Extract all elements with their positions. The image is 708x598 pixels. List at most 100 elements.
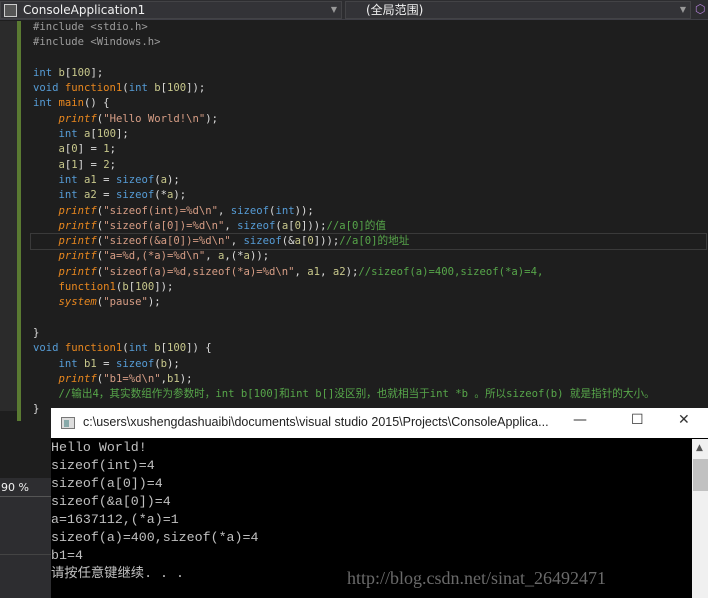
code-line[interactable]: printf("b1=%d\n",b1); (33, 372, 706, 387)
code-line[interactable]: int b[100]; (33, 66, 706, 81)
minimize-button[interactable]: — (573, 412, 587, 428)
code-token: int (128, 82, 155, 95)
code-line[interactable]: int a[100]; (33, 127, 706, 142)
code-token: () { (84, 97, 110, 110)
console-window[interactable]: c:\users\xushengdashuaibi\documents\visu… (51, 408, 708, 598)
console-line: sizeof(a[0])=4 (51, 476, 163, 491)
console-output: Hello World! sizeof(int)=4 sizeof(a[0])=4 s… (51, 439, 258, 583)
code-token: printf (58, 372, 97, 385)
code-token: sizeof (237, 219, 276, 232)
code-token: printf (58, 265, 97, 278)
code-token: int (128, 342, 155, 355)
close-button[interactable]: ✕ (678, 412, 690, 428)
code-token: //a[0]的值 (326, 219, 386, 232)
code-token: void (33, 82, 65, 95)
console-line: a=1637112,(*a)=1 (51, 512, 179, 527)
code-line[interactable]: #include <stdio.h> (33, 20, 706, 35)
code-token: ); (173, 189, 187, 202)
code-line[interactable]: int main() { (33, 96, 706, 111)
code-token: int (275, 204, 295, 217)
divider (0, 554, 51, 555)
code-line[interactable]: void function1(int b[100]) { (33, 341, 706, 356)
code-token: int (33, 66, 59, 79)
code-token: system (58, 296, 97, 309)
code-token: ; (109, 143, 116, 156)
code-token: } (33, 403, 40, 416)
code-token: //sizeof(a)=400,sizeof(*a)=4, (358, 265, 544, 278)
code-line[interactable]: int b1 = sizeof(b); (33, 357, 706, 372)
console-line: sizeof(&a[0])=4 (51, 494, 171, 509)
code-token: ])); (300, 219, 327, 232)
code-token: ); (167, 173, 180, 186)
code-line[interactable] (33, 311, 706, 326)
code-token: )); (249, 250, 270, 263)
code-token: , (218, 204, 231, 217)
code-token: ); (345, 265, 359, 278)
code-token: ] = (77, 158, 104, 171)
code-line[interactable]: printf("a=%d,(*a)=%d\n", a,(*a)); (33, 249, 706, 264)
project-dropdown[interactable]: ConsoleApplication1 ▼ (0, 1, 342, 19)
editor-gutter (0, 21, 18, 411)
scope-dropdown[interactable]: (全局范围) ▼ (345, 1, 691, 19)
code-token: a2 (332, 265, 346, 278)
code-token: function1 (58, 281, 116, 294)
code-token: ]; (115, 128, 129, 141)
code-token: ]); (154, 281, 174, 294)
code-token: ]; (90, 66, 104, 79)
code-token: a1 (84, 173, 97, 186)
code-line[interactable]: printf("sizeof(&a[0])=%d\n", sizeof(&a[0… (30, 233, 707, 251)
code-token: 100 (166, 82, 187, 95)
navigation-bar: ConsoleApplication1 ▼ (全局范围) ▼ ⬡ (0, 0, 708, 20)
code-line[interactable]: a[0] = 1; (33, 142, 706, 157)
console-title-bar[interactable]: c:\users\xushengdashuaibi\documents\visu… (51, 408, 708, 438)
maximize-button[interactable]: ☐ (631, 412, 644, 428)
scroll-up-icon[interactable]: ▲ (696, 443, 703, 453)
code-token: b1 (166, 372, 180, 385)
code-line[interactable]: #include <Windows.h> (33, 35, 706, 50)
code-line[interactable]: int a1 = sizeof(a); (33, 173, 706, 188)
code-line[interactable] (33, 51, 706, 66)
code-token: } (33, 326, 40, 339)
code-token: ]) { (186, 342, 212, 355)
code-line[interactable]: printf("sizeof(a[0])=%d\n", sizeof(a[0])… (33, 219, 706, 234)
code-line[interactable]: system("pause"); (33, 295, 706, 310)
code-line[interactable]: printf("sizeof(a)=%d,sizeof(*a)=%d\n", a… (33, 265, 706, 280)
code-token: ; (109, 158, 116, 171)
code-token: int (58, 189, 85, 202)
change-indicator-bar (17, 21, 21, 421)
code-token: #include <stdio.h> (33, 21, 148, 33)
member-icon[interactable]: ⬡ (695, 2, 705, 16)
code-token: 100 (135, 281, 155, 294)
code-token: sizeof (115, 173, 155, 186)
code-token: "sizeof(a[0])=%d\n" (103, 219, 225, 232)
code-token: printf (58, 204, 97, 217)
code-line[interactable]: int a2 = sizeof(*a); (33, 188, 706, 203)
code-line[interactable]: a[1] = 2; (33, 158, 706, 173)
code-line[interactable]: //输出4，其实数组作为参数时，int b[100]和int b[]没区别，也就… (33, 387, 706, 402)
code-token: main (58, 97, 85, 110)
code-line[interactable]: void function1(int b[100]); (33, 81, 706, 96)
code-editor[interactable]: #include <stdio.h> #include <Windows.h> i… (30, 20, 707, 418)
code-token: sizeof (115, 357, 155, 370)
code-token: a1 (307, 265, 321, 278)
code-token: //输出4，其实数组作为参数时，int b[100]和int b[]没区别，也就… (58, 388, 655, 401)
code-line[interactable]: printf("Hello World!\n"); (33, 112, 706, 127)
code-line[interactable]: printf("sizeof(int)=%d\n", sizeof(int)); (33, 204, 706, 219)
code-line[interactable]: } (33, 326, 706, 341)
console-scrollbar[interactable]: ▲ (692, 439, 708, 598)
code-token: ]); (186, 82, 206, 95)
code-line[interactable]: function1(b[100]); (33, 280, 706, 295)
code-token: int (58, 128, 85, 141)
zoom-level[interactable]: 90 % (1, 481, 29, 494)
scrollbar-thumb[interactable] (693, 459, 708, 491)
